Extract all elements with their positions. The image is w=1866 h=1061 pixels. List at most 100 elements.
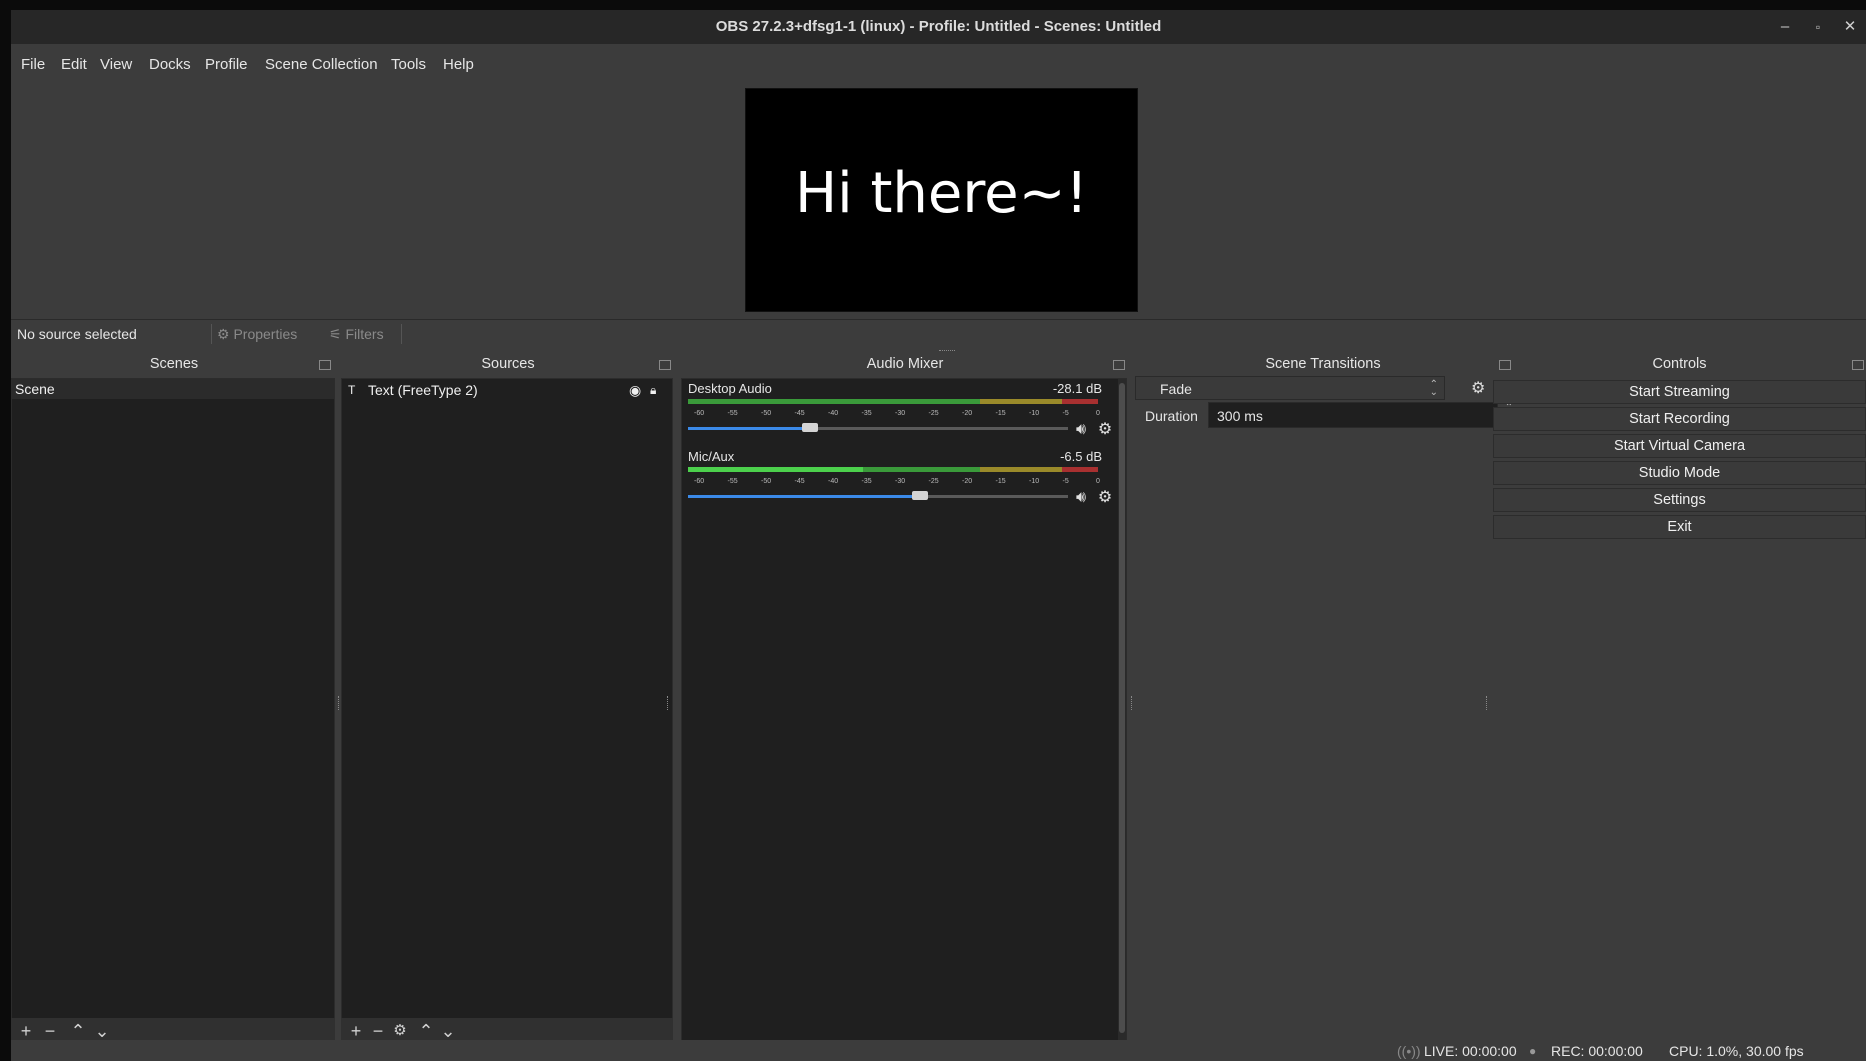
studio-mode-button[interactable]: Studio Mode [1493, 461, 1866, 485]
splitter-handle[interactable] [939, 350, 955, 353]
transition-selected: Fade [1160, 381, 1192, 397]
add-scene-icon[interactable]: + [15, 1020, 37, 1042]
gear-icon[interactable]: ⚙ [1095, 489, 1115, 507]
dock-splitter[interactable] [667, 696, 669, 710]
mixer-channel-mic-aux: Mic/Aux -6.5 dB -60 -55 -50 -45 -40 -35 -30 -25… [682, 447, 1126, 515]
remove-source-icon[interactable]: − [367, 1020, 389, 1042]
scene-transitions-dock: Scene Transitions Fade ⌃ ⌄ ⚙ Duration 300… [1135, 356, 1513, 476]
properties-button[interactable]: ⚙ Properties [217, 323, 323, 345]
menu-profile[interactable]: Profile [205, 56, 248, 73]
meter-tick-label: -45 [794, 410, 805, 417]
meter-tick-label: -35 [861, 478, 872, 485]
start-recording-button[interactable]: Start Recording [1493, 407, 1866, 431]
start-virtual-camera-button[interactable]: Start Virtual Camera [1493, 434, 1866, 458]
mixer-channel-desktop-audio: Desktop Audio -28.1 dB -60 -55 -50 -45 -40 -3… [682, 379, 1126, 447]
volume-slider[interactable] [688, 491, 1068, 500]
dock-float-icon[interactable] [659, 360, 671, 370]
filter-icon: ⚟ [329, 326, 342, 342]
text-source-icon: T [348, 383, 356, 397]
menu-help[interactable]: Help [443, 56, 474, 73]
transition-select[interactable]: Fade ⌃ ⌄ [1135, 376, 1445, 400]
gear-icon[interactable]: ⚙ [1471, 378, 1485, 398]
meter-tick-label: -60 [694, 478, 705, 485]
meter-tick-label: -20 [962, 478, 973, 485]
meter-tick-label: -35 [861, 410, 872, 417]
source-item-label: Text (FreeType 2) [368, 382, 478, 398]
start-streaming-button[interactable]: Start Streaming [1493, 380, 1866, 404]
scrollbar-thumb[interactable] [1119, 383, 1125, 1033]
no-source-label: No source selected [17, 326, 137, 342]
preview-canvas[interactable]: Hi there~! [745, 88, 1138, 312]
meter-tick-label: -60 [694, 410, 705, 417]
menu-view[interactable]: View [100, 56, 132, 73]
menu-tools[interactable]: Tools [391, 56, 426, 73]
scene-item[interactable]: Scene [12, 379, 334, 399]
filters-button[interactable]: ⚟ Filters [329, 323, 409, 345]
volume-slider-handle[interactable] [801, 423, 818, 432]
dock-splitter[interactable] [1486, 696, 1488, 710]
audio-mixer-dock: Audio Mixer [679, 356, 1131, 378]
meter-tick-label: -25 [928, 478, 939, 485]
controls-dock: Controls Start Streaming Start Recording… [1493, 356, 1866, 556]
remove-scene-icon[interactable]: − [39, 1020, 61, 1042]
speaker-icon[interactable]: 🔊︎ [1071, 421, 1091, 439]
close-icon[interactable]: ✕ [1839, 16, 1861, 38]
volume-slider-fill [688, 427, 810, 430]
meter-green [863, 467, 980, 472]
speaker-icon[interactable]: 🔊︎ [1071, 489, 1091, 507]
menu-file[interactable]: File [21, 56, 45, 73]
meter-tick-label: -45 [794, 478, 805, 485]
gear-icon[interactable]: ⚙ [1095, 421, 1115, 439]
maximize-icon[interactable]: ▫ [1807, 16, 1829, 38]
chevron-updown-icon: ⌃ ⌄ [1429, 379, 1438, 398]
sources-list[interactable]: T Text (FreeType 2) ◉ 🔒︎ [341, 378, 673, 1020]
move-down-icon[interactable]: ⌄ [437, 1020, 459, 1042]
eye-icon[interactable]: ◉ [629, 379, 641, 401]
settings-button[interactable]: Settings [1493, 488, 1866, 512]
dock-float-icon[interactable] [319, 360, 331, 370]
move-down-icon[interactable]: ⌄ [91, 1020, 113, 1042]
meter-green-active [688, 467, 863, 472]
meter-tick-label: -55 [727, 478, 738, 485]
mixer-scrollbar[interactable] [1118, 379, 1126, 1044]
dock-float-icon[interactable] [1113, 360, 1125, 370]
meter-tick-label: -15 [995, 410, 1006, 417]
minimize-icon[interactable]: – [1774, 16, 1796, 38]
meter-tick-label: -15 [995, 478, 1006, 485]
scenes-list[interactable]: Scene [11, 378, 335, 1020]
meter-tick-label: 0 [1096, 478, 1100, 485]
duration-input[interactable]: 300 ms [1208, 402, 1498, 428]
meter-red [1062, 399, 1098, 404]
meter-tick-label: -55 [727, 410, 738, 417]
sources-title: Sources [481, 356, 535, 372]
scenes-dock: Scenes Scene + − ⌃ ⌄ [11, 356, 337, 1046]
menu-scene-collection[interactable]: Scene Collection [265, 56, 378, 73]
move-up-icon[interactable]: ⌃ [67, 1020, 89, 1042]
dock-float-icon[interactable] [1852, 360, 1864, 370]
dock-splitter[interactable] [1131, 696, 1133, 710]
add-source-icon[interactable]: + [345, 1020, 367, 1042]
filters-label: Filters [345, 326, 384, 342]
meter-tick-label: -5 [1062, 410, 1069, 417]
cpu-status: CPU: 1.0%, 30.00 fps [1669, 1043, 1804, 1059]
gear-icon[interactable]: ⚙ [389, 1020, 411, 1042]
lock-icon[interactable]: 🔒︎ [650, 379, 656, 401]
volume-slider-handle[interactable] [911, 491, 928, 500]
preview-area: Hi there~! [11, 78, 1866, 318]
volume-slider[interactable] [688, 423, 1068, 432]
menu-docks[interactable]: Docks [149, 56, 191, 73]
sources-dock: Sources T Text (FreeType 2) ◉ 🔒︎ + − ⚙ ⌃… [341, 356, 675, 1046]
menu-bar: File Edit View Docks Profile Scene Colle… [11, 44, 1866, 78]
exit-button[interactable]: Exit [1493, 515, 1866, 539]
record-dot-icon: ● [1529, 1044, 1537, 1058]
live-status: LIVE: 00:00:00 [1424, 1043, 1517, 1059]
rec-status: REC: 00:00:00 [1551, 1043, 1643, 1059]
menu-edit[interactable]: Edit [61, 56, 87, 73]
source-item[interactable]: T Text (FreeType 2) ◉ 🔒︎ [342, 379, 672, 401]
meter-tick-label: -20 [962, 410, 973, 417]
move-up-icon[interactable]: ⌃ [415, 1020, 437, 1042]
gear-icon: ⚙ [217, 326, 230, 342]
dock-splitter[interactable] [338, 696, 340, 710]
meter-tick-label: -40 [828, 478, 839, 485]
scenes-title: Scenes [149, 356, 199, 372]
